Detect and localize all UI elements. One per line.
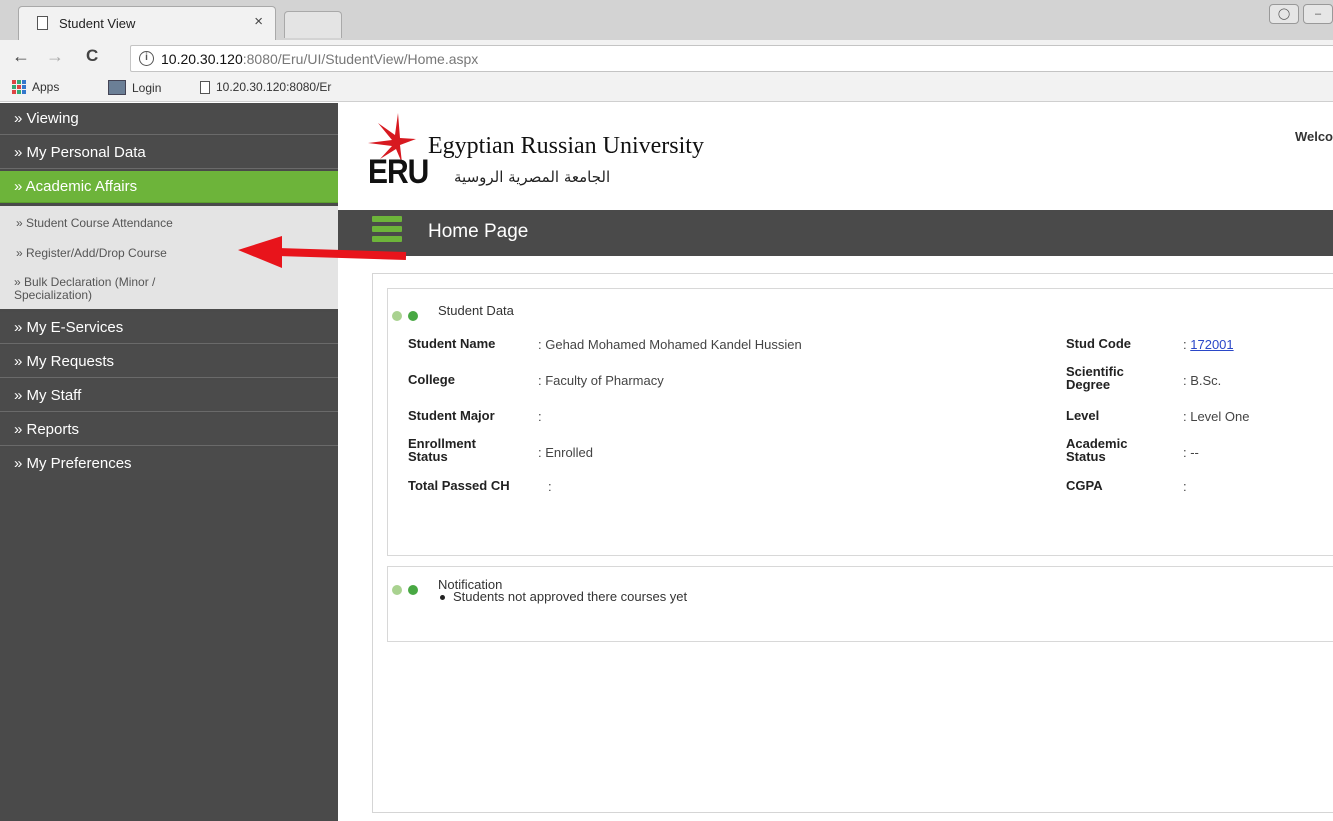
profile-icon[interactable]: ◯ xyxy=(1269,4,1299,24)
panel-dots-icon xyxy=(392,585,418,595)
browser-tab[interactable]: Student View × xyxy=(18,6,276,40)
url-path: :8080/Eru/UI/StudentView/Home.aspx xyxy=(242,51,479,67)
field-label-line: Status xyxy=(408,449,448,464)
bookmark-local-page[interactable]: 10.20.30.120:8080/Er xyxy=(200,80,331,94)
sidebar-item-reports[interactable]: » Reports xyxy=(0,414,338,446)
scientific-degree-value: : B.Sc. xyxy=(1183,373,1222,388)
enrollment-status-value: : Enrolled xyxy=(538,445,593,460)
page-title: Home Page xyxy=(428,221,529,242)
page-icon xyxy=(37,16,48,30)
student-name-value: : Gehad Mohamed Mohamed Kandel Hussien xyxy=(538,337,802,352)
field-label: Scientific Degree xyxy=(1066,365,1124,391)
close-tab-icon[interactable]: × xyxy=(254,13,263,30)
student-major-value: : xyxy=(538,409,542,424)
college-value: : Faculty of Pharmacy xyxy=(538,373,664,388)
bookmark-label: Apps xyxy=(32,80,60,94)
field-label-line: Status xyxy=(1066,449,1106,464)
university-name-ar: الجامعة المصرية الروسية xyxy=(454,168,611,186)
url-host: 10.20.30.120 xyxy=(161,51,243,67)
bookmark-login[interactable]: Login xyxy=(108,80,161,95)
sidebar: » Viewing » My Personal Data » Academic … xyxy=(0,103,338,821)
sidebar-item-e-services[interactable]: » My E-Services xyxy=(0,312,338,344)
sidebar-item-requests[interactable]: » My Requests xyxy=(0,346,338,378)
field-label: Academic Status xyxy=(1066,437,1127,463)
reload-icon[interactable]: C xyxy=(86,46,98,66)
minimize-icon[interactable]: – xyxy=(1303,4,1333,24)
academic-status-value: : -- xyxy=(1183,445,1199,460)
sidebar-item-personal-data[interactable]: » My Personal Data xyxy=(0,137,338,169)
browser-toolbar: ← → C i 10.20.30.120:8080/Eru/UI/Student… xyxy=(0,40,1333,76)
page-icon xyxy=(200,80,210,94)
page-title-bar: Home Page xyxy=(338,210,1333,256)
notification-list: Students not approved there courses yet xyxy=(440,589,687,604)
submenu-item-bulk-declaration[interactable]: » Bulk Declaration (Minor / Specializati… xyxy=(0,276,338,302)
university-logo: ERU Egyptian Russian University الجامعة … xyxy=(368,113,728,201)
cgpa-value: : xyxy=(1183,479,1187,494)
field-label: Stud Code xyxy=(1066,336,1131,351)
red-arrow-annotation xyxy=(238,236,407,268)
logo-abbreviation: ERU xyxy=(368,153,429,191)
total-passed-ch-value: : xyxy=(548,479,552,494)
field-label: Enrollment Status xyxy=(408,437,476,463)
field-label: Total Passed CH xyxy=(408,478,510,493)
panel-title: Student Data xyxy=(438,303,514,318)
bookmarks-bar: Apps Login 10.20.30.120:8080/Er xyxy=(0,76,1333,102)
content-frame: Student Data Student Name : Gehad Mohame… xyxy=(372,273,1333,813)
new-tab-button[interactable] xyxy=(284,11,342,38)
field-label: College xyxy=(408,372,455,387)
bookmark-apps[interactable]: Apps xyxy=(12,80,59,94)
bullet-icon xyxy=(440,595,445,601)
list-item: Students not approved there courses yet xyxy=(440,589,687,604)
submenu-item-course-attendance[interactable]: » Student Course Attendance xyxy=(0,216,338,230)
notification-text: Students not approved there courses yet xyxy=(453,589,688,604)
student-data-panel: Student Data Student Name : Gehad Mohame… xyxy=(387,288,1333,556)
back-icon[interactable]: ← xyxy=(12,46,30,67)
stud-code-link[interactable]: 172001 xyxy=(1190,337,1233,352)
field-label: Student Name xyxy=(408,336,496,351)
sidebar-item-viewing[interactable]: » Viewing xyxy=(0,103,338,135)
field-label: Student Major xyxy=(408,408,495,423)
sidebar-item-staff[interactable]: » My Staff xyxy=(0,380,338,412)
field-label: Level xyxy=(1066,408,1100,423)
university-name-en: Egyptian Russian University xyxy=(428,133,704,159)
colon-separator: : xyxy=(1183,337,1187,352)
address-bar[interactable]: i 10.20.30.120:8080/Eru/UI/StudentView/H… xyxy=(130,45,1333,72)
login-site-icon xyxy=(108,80,126,95)
forward-icon[interactable]: → xyxy=(46,46,64,67)
notification-panel: Notification Students not approved there… xyxy=(387,566,1333,642)
stud-code-value: : 172001 xyxy=(1183,337,1234,352)
field-label: CGPA xyxy=(1066,478,1103,493)
tab-title: Student View xyxy=(59,16,136,31)
window-controls: ◯ – xyxy=(1269,4,1333,24)
level-value: : Level One xyxy=(1183,409,1250,424)
main-content: ERU Egyptian Russian University الجامعة … xyxy=(338,103,1333,821)
field-label-line: Degree xyxy=(1066,377,1111,392)
url-text: 10.20.30.120:8080/Eru/UI/StudentView/Hom… xyxy=(161,51,478,67)
sidebar-item-preferences[interactable]: » My Preferences xyxy=(0,448,338,480)
bookmark-label: 10.20.30.120:8080/Er xyxy=(216,80,332,94)
sidebar-item-academic-affairs[interactable]: » Academic Affairs xyxy=(0,171,338,203)
panel-dots-icon xyxy=(392,311,418,321)
browser-tabstrip: Student View × ◯ – xyxy=(0,0,1333,40)
welcome-text: Welco xyxy=(1294,129,1333,144)
apps-grid-icon xyxy=(12,80,26,94)
info-icon[interactable]: i xyxy=(139,51,154,66)
bookmark-label: Login xyxy=(132,80,162,95)
submenu-label-line: Specialization) xyxy=(14,288,93,302)
